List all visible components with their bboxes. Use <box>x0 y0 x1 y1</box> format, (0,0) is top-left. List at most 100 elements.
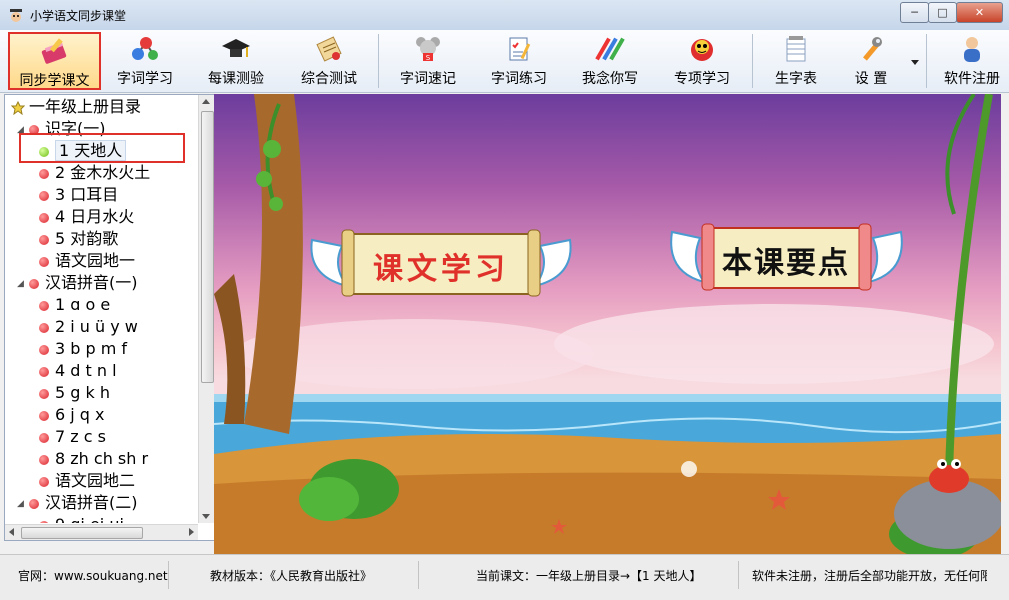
lesson-dot-icon <box>39 520 49 523</box>
tree-item-selected[interactable]: 1 天地人 <box>39 140 127 162</box>
toolbar-label: 每课测验 <box>208 71 264 87</box>
tree-item[interactable]: 5 对韵歌 <box>39 228 118 250</box>
status-notice: 软件未注册，注册后全部功能开放，无任何限制 <box>752 569 987 583</box>
tree-item[interactable]: 8 zh ch sh r <box>39 448 148 470</box>
lesson-study-button[interactable]: 课文学习 <box>302 226 580 298</box>
lesson-tree[interactable]: 一年级上册目录 ◢ 识字(一) 1 天地人 2 金木水火土 3 口耳目 4 日月水… <box>4 94 215 541</box>
status-separator <box>168 561 169 589</box>
toolbar: 同步学课文 字词学习 每课测验 综合测试 S 字词速记 字词练习 我念你写 专项… <box>0 30 1009 93</box>
lesson-dot-icon <box>39 432 49 443</box>
tree-item[interactable]: ◢ 识字(一) <box>17 118 106 140</box>
tree-item-label: 8 zh ch sh r <box>55 449 149 468</box>
toolbar-button-word-memorize[interactable]: S 字词速记 <box>386 32 470 90</box>
title-bar: 小学语文同步课堂 ─ □ ✕ <box>0 0 1009 31</box>
lesson-dot-icon <box>39 388 49 399</box>
settings-dropdown-icon[interactable] <box>911 60 919 65</box>
tree-item-label: 6 j q x <box>55 405 105 424</box>
status-separator <box>418 561 419 589</box>
minimize-button[interactable]: ─ <box>900 2 929 23</box>
tree-item[interactable]: 语文园地一 <box>39 250 135 272</box>
collapse-icon[interactable]: ◢ <box>17 493 27 515</box>
tree-item[interactable]: 3 b p m f <box>39 338 127 360</box>
tree-item[interactable]: 1 ɑ o e <box>39 294 110 316</box>
toolbar-button-register[interactable]: 软件注册 <box>934 32 1009 90</box>
minimize-icon: ─ <box>911 6 918 19</box>
tree-item-label: 3 口耳目 <box>55 185 119 204</box>
tree-item[interactable]: 2 i u ü y w <box>39 316 138 338</box>
tree-item[interactable]: 3 口耳目 <box>39 184 118 206</box>
tree-item[interactable]: 9 ɑi ei ui <box>39 514 124 523</box>
toolbar-button-dictation[interactable]: 我念你写 <box>568 32 652 90</box>
toolbar-button-special-study[interactable]: 专项学习 <box>660 32 744 90</box>
tree-item-label: 4 d t n l <box>55 361 117 380</box>
folder-star-icon <box>10 100 26 115</box>
toolbar-separator <box>752 34 753 88</box>
lesson-key-points-button[interactable]: 本课要点 <box>664 222 909 294</box>
tree-item[interactable]: 4 日月水火 <box>39 206 134 228</box>
tree-root-label: 一年级上册目录 <box>29 97 142 116</box>
toolbar-label: 字词练习 <box>491 71 547 87</box>
svg-text:S: S <box>426 54 431 62</box>
toolbar-button-word-study[interactable]: 字词学习 <box>104 32 186 90</box>
toolbar-label: 专项学习 <box>674 71 730 87</box>
tree-item-label: 1 天地人 <box>55 140 127 161</box>
tree-item-label: 汉语拼音(一) <box>45 273 138 292</box>
lesson-dot-icon <box>39 322 49 333</box>
lesson-dot-icon <box>39 366 49 377</box>
tree-root[interactable]: 一年级上册目录 <box>10 96 142 118</box>
tree-vertical-scrollbar[interactable] <box>198 95 214 523</box>
tree-item[interactable]: ◢ 汉语拼音(二) <box>17 492 138 514</box>
tree-item[interactable]: 2 金木水火土 <box>39 162 150 184</box>
tree-item[interactable]: 4 d t n l <box>39 360 117 382</box>
toolbar-separator <box>378 34 379 88</box>
toolbar-button-comprehensive-test[interactable]: 综合测试 <box>286 32 372 90</box>
tree-item-label: 语文园地二 <box>55 471 136 490</box>
scroll-thumb[interactable] <box>201 111 214 383</box>
lesson-scene: 课文学习 本课要点 <box>214 94 1001 554</box>
tree-item-label: 9 ɑi ei ui <box>55 515 124 523</box>
toolbar-button-lesson-quiz[interactable]: 每课测验 <box>193 32 279 90</box>
close-button[interactable]: ✕ <box>956 2 1003 23</box>
status-website[interactable]: 官网：www.soukuang.net <box>18 567 168 584</box>
maximize-icon: □ <box>937 6 948 19</box>
toolbar-button-sync-lesson[interactable]: 同步学课文 <box>8 32 101 90</box>
status-notice-wrapper: 软件未注册，注册后全部功能开放，无任何限制 <box>752 567 987 584</box>
scroll-down-icon[interactable] <box>202 514 210 519</box>
toolbar-button-word-practice[interactable]: 字词练习 <box>477 32 561 90</box>
scroll-left-icon[interactable] <box>9 528 14 536</box>
lesson-dot-icon <box>39 256 49 267</box>
window-title: 小学语文同步课堂 <box>30 9 127 23</box>
tree-item[interactable]: 6 j q x <box>39 404 105 426</box>
tree-item[interactable]: 7 z c s <box>39 426 106 448</box>
lesson-dot-icon <box>29 124 39 135</box>
mouse-mascot-icon: S <box>416 37 440 62</box>
maximize-button[interactable]: □ <box>928 2 957 23</box>
tree-item[interactable]: ◢ 汉语拼音(一) <box>17 272 138 294</box>
app-icon <box>10 9 22 22</box>
tree-content: 一年级上册目录 ◢ 识字(一) 1 天地人 2 金木水火土 3 口耳目 4 日月水… <box>5 95 198 523</box>
molecule-icon <box>132 37 158 60</box>
tree-item[interactable]: 5 g k h <box>39 382 110 404</box>
collapse-icon[interactable]: ◢ <box>17 273 27 295</box>
toolbar-button-character-table[interactable]: 生字表 <box>760 32 832 90</box>
tree-item[interactable]: 语文园地二 <box>39 470 135 492</box>
close-icon: ✕ <box>974 6 985 19</box>
tree-item-label: 5 对韵歌 <box>55 229 119 248</box>
collapse-icon[interactable]: ◢ <box>17 119 27 141</box>
pencils-icon <box>595 37 625 61</box>
toolbar-label: 生字表 <box>775 71 817 87</box>
lesson-dot-icon <box>39 146 49 157</box>
lesson-dot-icon <box>39 476 49 487</box>
scroll-thumb[interactable] <box>21 527 143 539</box>
toolbar-button-settings[interactable]: 设 置 <box>838 32 904 90</box>
status-current-lesson: 当前课文：一年级上册目录→【1 天地人】 <box>476 569 702 583</box>
tree-horizontal-scrollbar[interactable] <box>5 524 198 540</box>
tree-item-label: 3 b p m f <box>55 339 128 358</box>
status-edition: 教材版本：《人民教育出版社》 <box>210 569 373 583</box>
tree-item-label: 2 金木水火土 <box>55 163 151 182</box>
toolbar-label: 软件注册 <box>944 71 1000 87</box>
scroll-right-icon[interactable] <box>189 528 194 536</box>
checklist-icon <box>509 37 531 61</box>
scroll-up-icon[interactable] <box>202 99 210 104</box>
tree-item-label: 识字(一) <box>45 119 106 138</box>
